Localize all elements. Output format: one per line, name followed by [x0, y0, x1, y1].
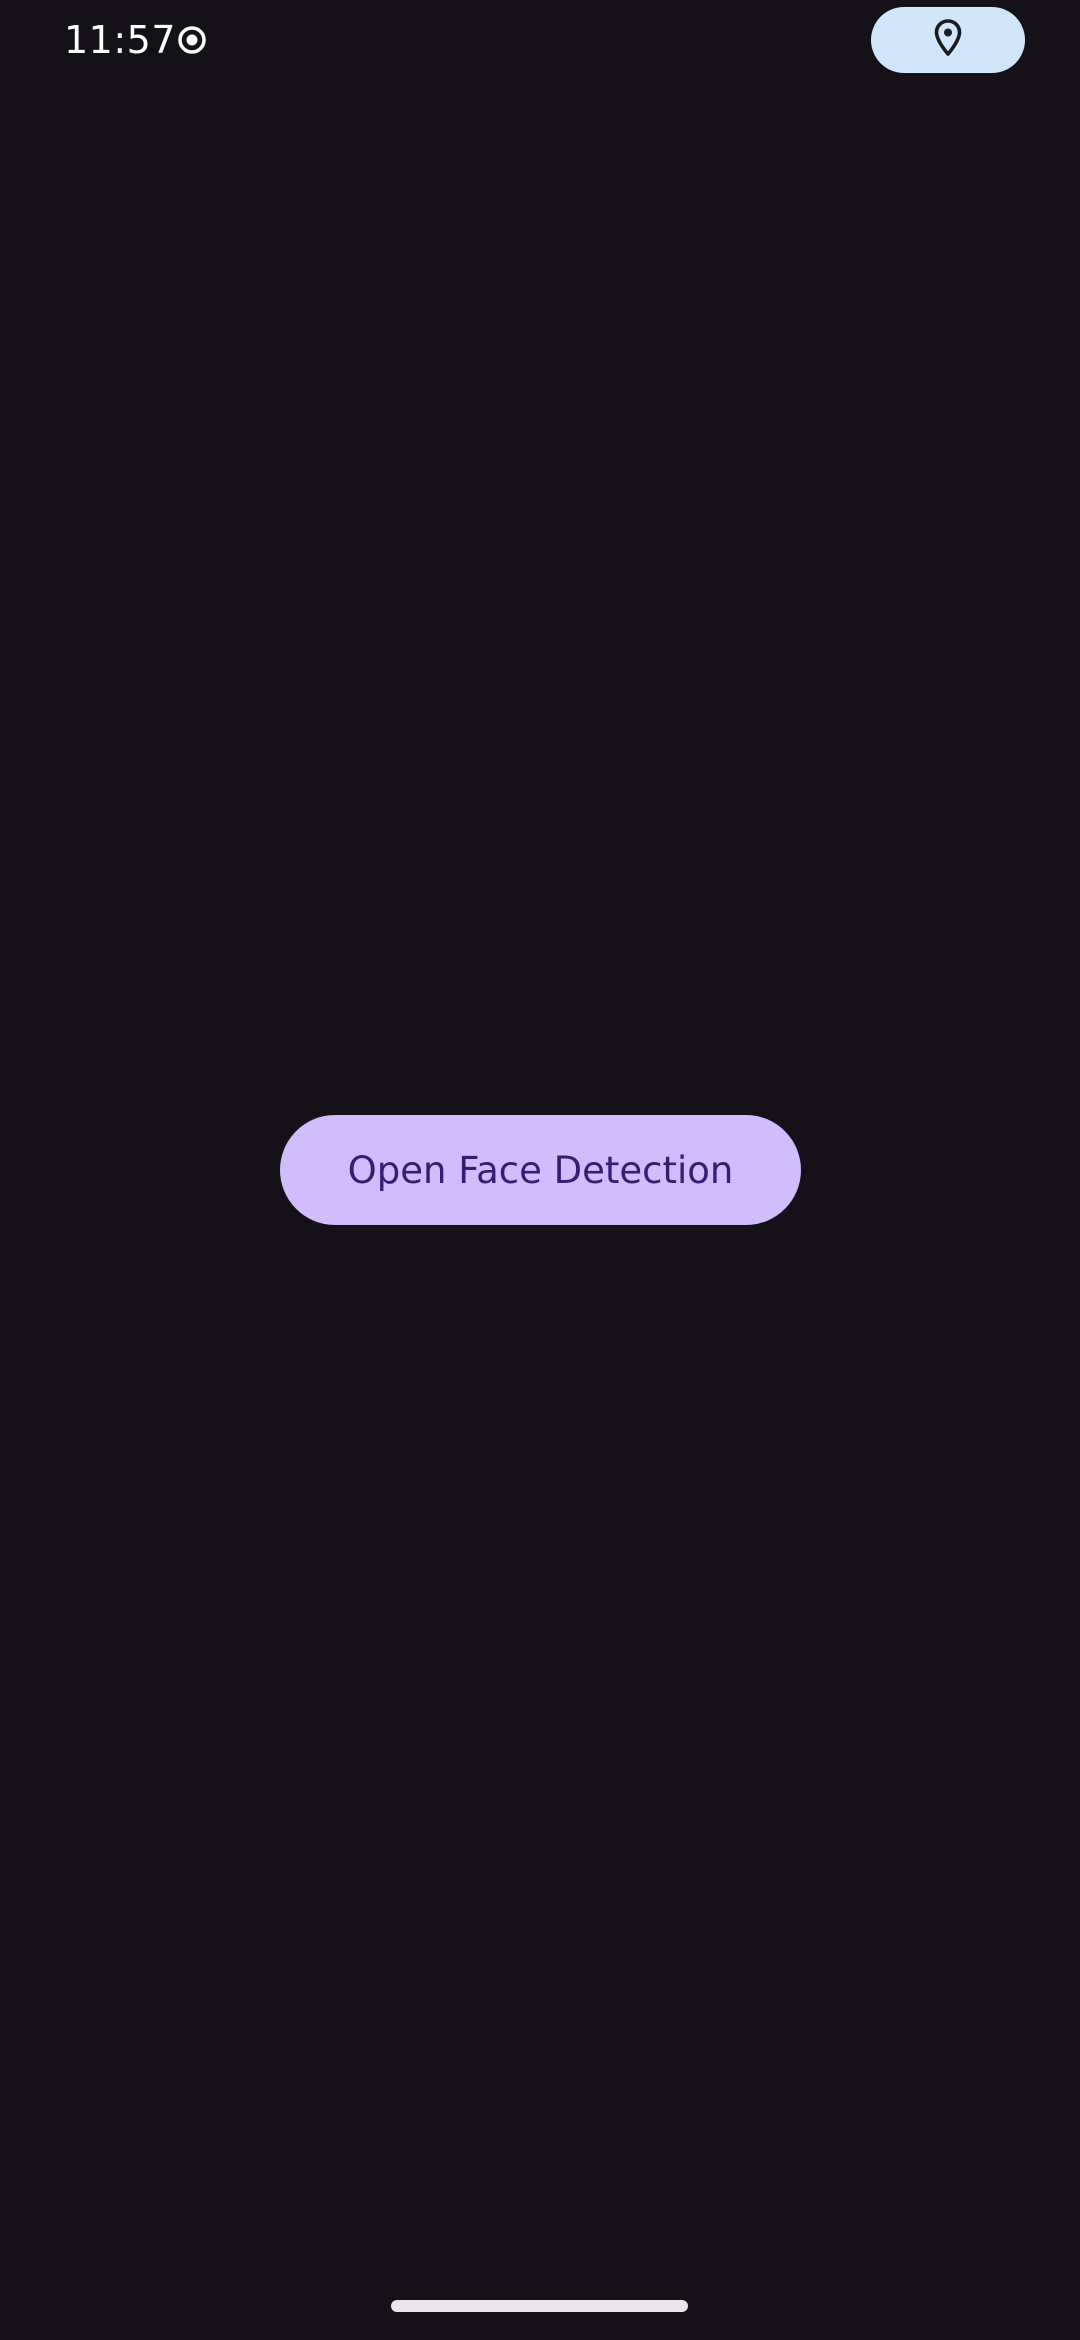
location-indicator-chip[interactable] — [871, 7, 1025, 73]
home-indicator[interactable] — [391, 2300, 688, 2312]
status-bar: 11:57 — [0, 0, 1080, 80]
status-time: 11:57 — [64, 18, 177, 62]
app-screen: 11:57 Open Face Detection — [0, 0, 1080, 2340]
location-pin-icon — [933, 18, 963, 62]
record-icon — [176, 24, 208, 56]
open-face-detection-button[interactable]: Open Face Detection — [280, 1115, 801, 1225]
